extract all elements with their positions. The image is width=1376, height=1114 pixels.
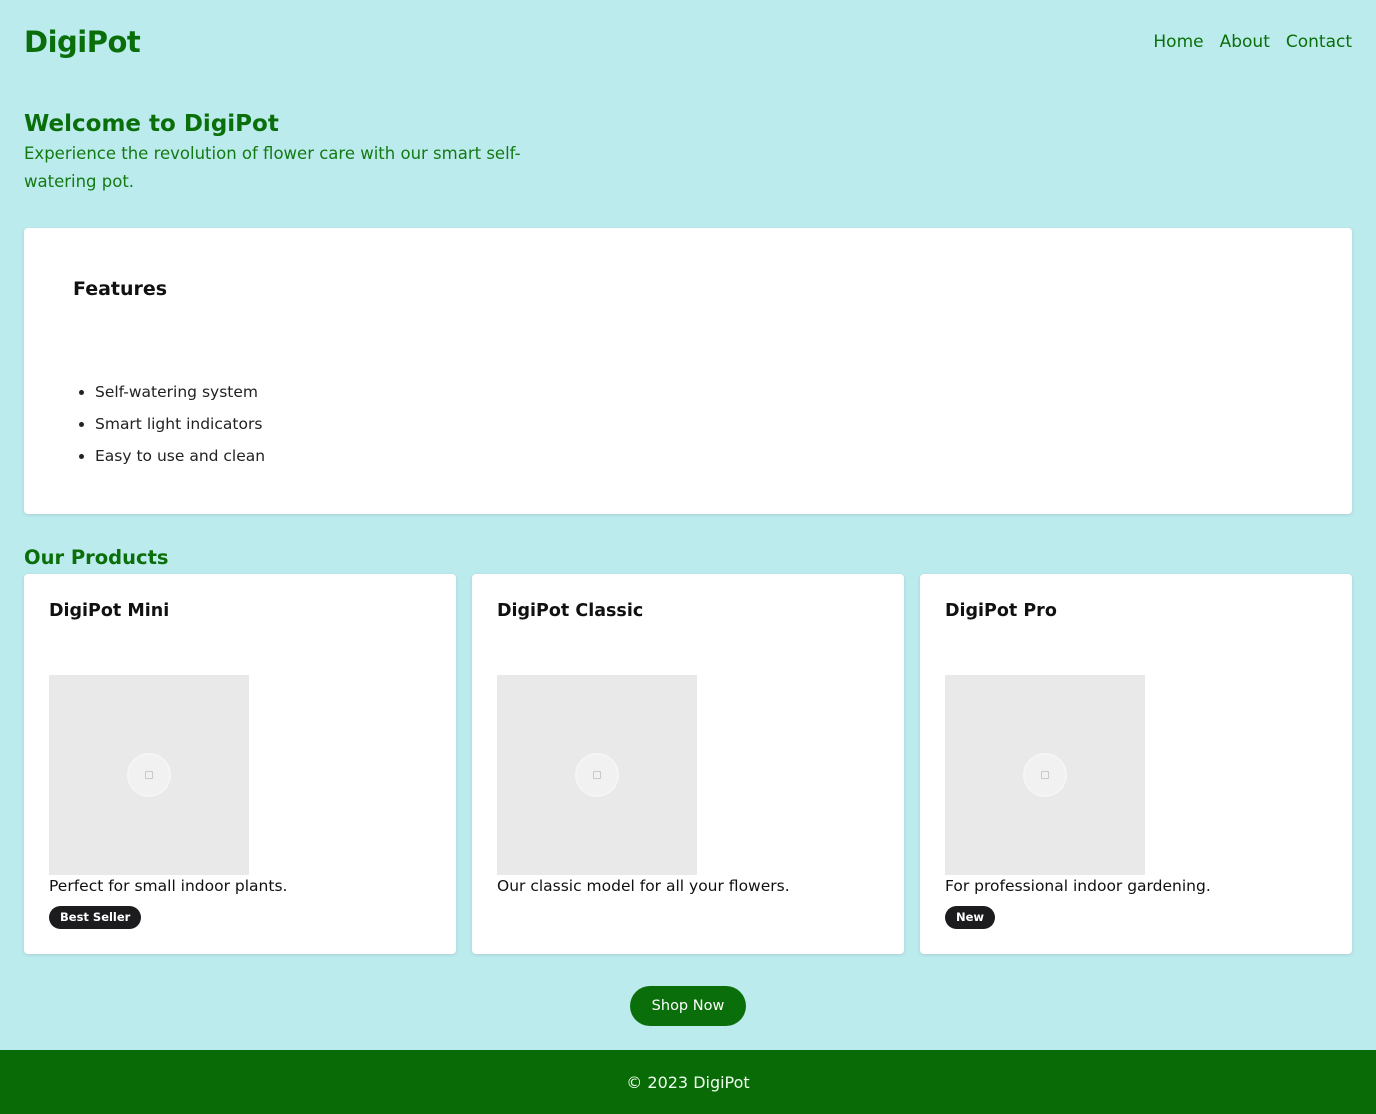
site-footer: © 2023 DigiPot: [0, 1050, 1376, 1114]
product-description: For professional indoor gardening.: [945, 877, 1211, 895]
main-nav: Home About Contact: [1153, 32, 1352, 52]
product-image: [945, 675, 1145, 875]
hero-title: Welcome to DigiPot: [24, 111, 279, 137]
feature-item: Smart light indicators: [95, 408, 265, 440]
logo[interactable]: DigiPot: [24, 25, 141, 59]
features-list: Self-watering system Smart light indicat…: [95, 376, 265, 472]
image-placeholder-icon: [575, 753, 619, 797]
product-badge: Best Seller: [49, 906, 142, 929]
feature-item: Easy to use and clean: [95, 440, 265, 472]
product-name: DigiPot Pro: [945, 601, 1057, 621]
product-badge: New: [945, 906, 996, 929]
site-header: DigiPot Home About Contact: [24, 20, 1352, 64]
product-name: DigiPot Mini: [49, 601, 170, 621]
nav-link-about[interactable]: About: [1220, 32, 1270, 52]
nav-link-contact[interactable]: Contact: [1286, 32, 1352, 52]
products-title: Our Products: [24, 546, 169, 569]
product-card-pro[interactable]: DigiPot Pro For professional indoor gard…: [920, 574, 1352, 954]
product-card-classic[interactable]: DigiPot Classic Our classic model for al…: [472, 574, 904, 954]
products-grid: DigiPot Mini Perfect for small indoor pl…: [24, 574, 1352, 954]
product-description: Perfect for small indoor plants.: [49, 877, 288, 895]
features-card: Features Self-watering system Smart ligh…: [24, 228, 1352, 514]
product-card-mini[interactable]: DigiPot Mini Perfect for small indoor pl…: [24, 574, 456, 954]
product-name: DigiPot Classic: [497, 601, 644, 621]
product-description: Our classic model for all your flowers.: [497, 877, 790, 895]
footer-copyright: © 2023 DigiPot: [626, 1072, 750, 1092]
image-placeholder-icon: [127, 753, 171, 797]
hero-section: Welcome to DigiPot Experience the revolu…: [24, 108, 564, 196]
product-image: [497, 675, 697, 875]
hero-subtitle: Experience the revolution of flower care…: [24, 144, 521, 191]
features-title: Features: [73, 278, 168, 300]
nav-link-home[interactable]: Home: [1153, 32, 1203, 52]
image-placeholder-icon: [1023, 753, 1067, 797]
feature-item: Self-watering system: [95, 376, 265, 408]
product-image: [49, 675, 249, 875]
shop-now-button[interactable]: Shop Now: [630, 986, 746, 1026]
